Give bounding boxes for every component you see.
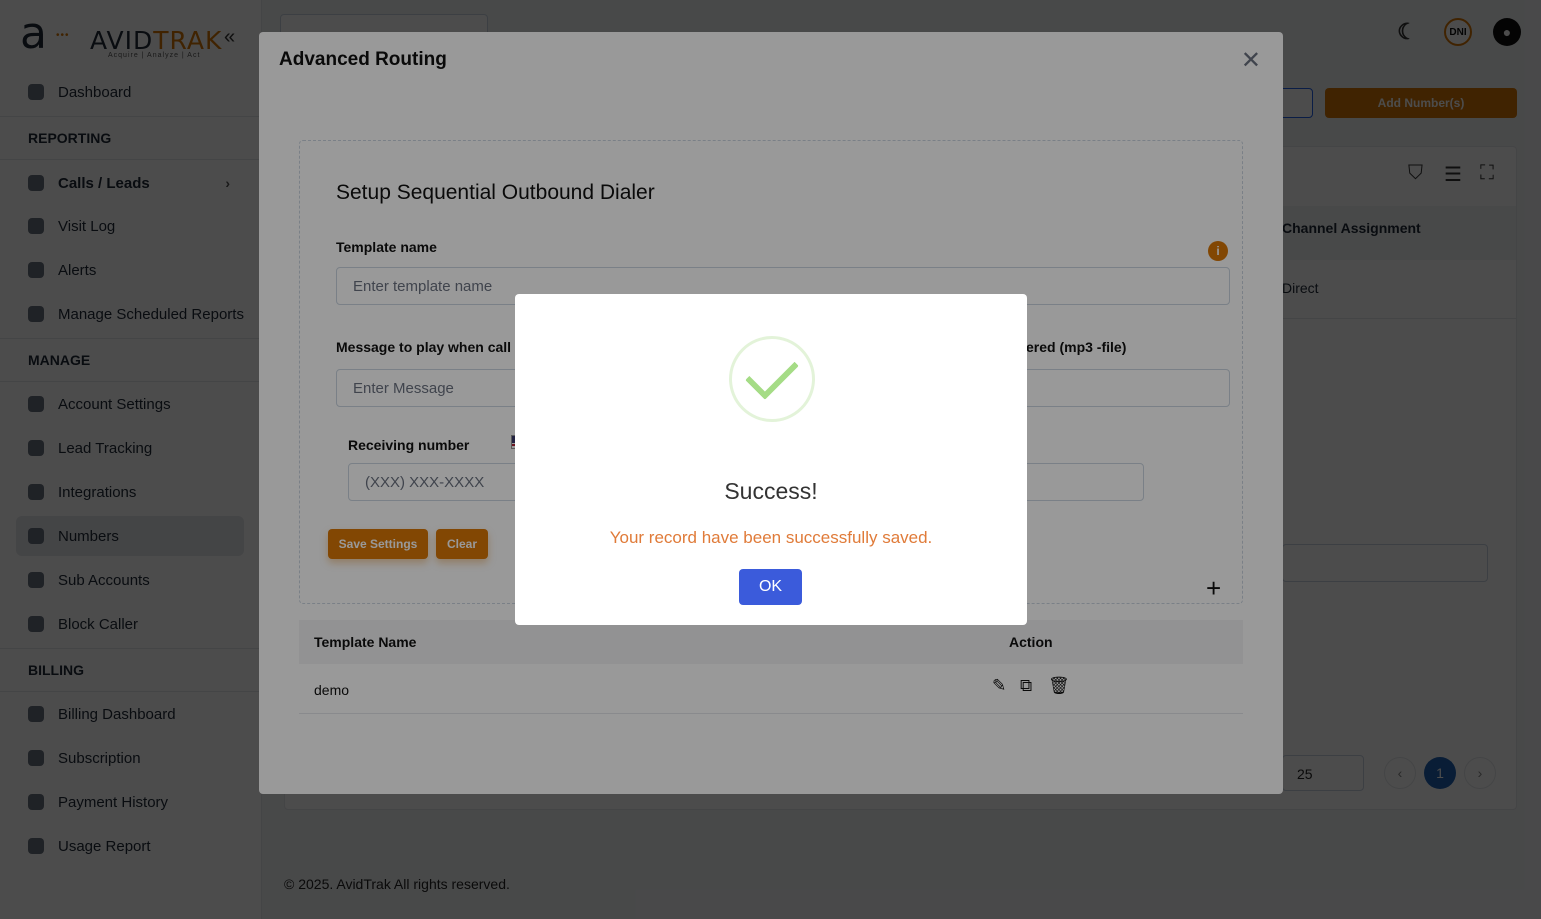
ok-button[interactable]: OK — [739, 569, 802, 605]
success-dialog: Success! Your record have been successfu… — [515, 294, 1027, 625]
dialog-message: Your record have been successfully saved… — [609, 528, 933, 547]
success-check-icon — [729, 336, 815, 422]
dialog-title: Success! — [724, 478, 818, 504]
checkmark-icon — [745, 346, 799, 400]
